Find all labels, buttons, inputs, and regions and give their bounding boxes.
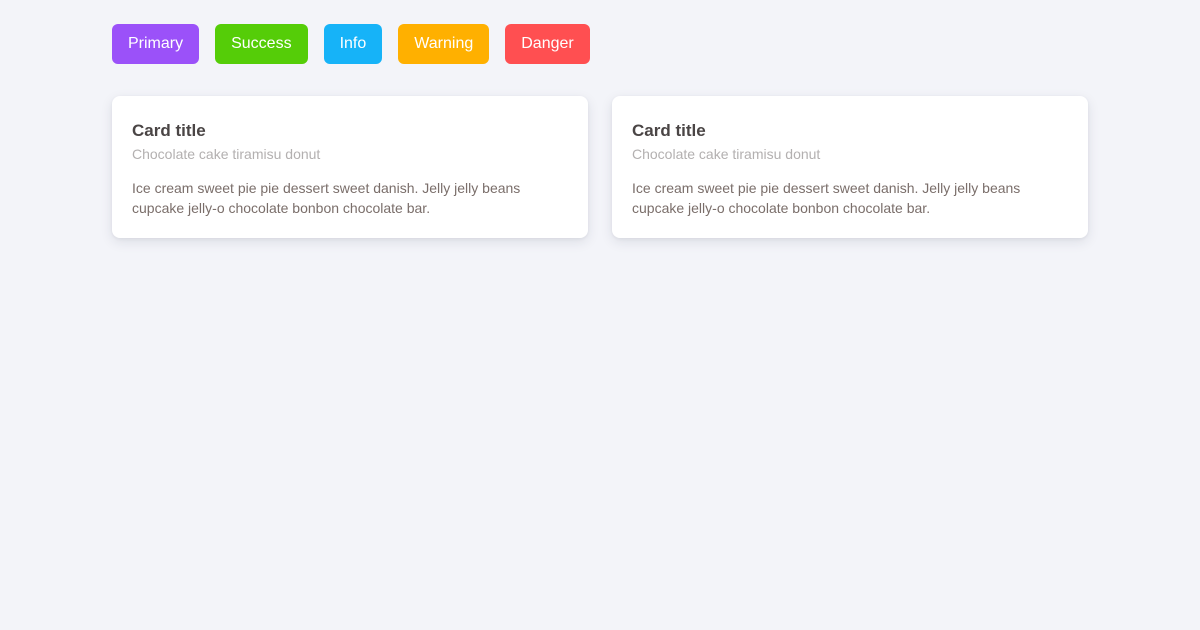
info-button[interactable]: Info	[323, 24, 383, 64]
card: Card title Chocolate cake tiramisu donut…	[112, 96, 588, 238]
card-text: Ice cream sweet pie pie dessert sweet da…	[632, 180, 1021, 216]
danger-button[interactable]: Danger	[505, 24, 590, 64]
card-title: Card title	[632, 121, 706, 140]
card-subtitle: Chocolate cake tiramisu donut	[632, 146, 821, 162]
card-subtitle: Chocolate cake tiramisu donut	[132, 146, 321, 162]
warning-button[interactable]: Warning	[398, 24, 490, 64]
card-grid: Card title Chocolate cake tiramisu donut…	[112, 96, 1088, 238]
card-text: Ice cream sweet pie pie dessert sweet da…	[132, 180, 521, 216]
button-row: Primary Success Info Warning Danger	[112, 24, 590, 64]
card: Card title Chocolate cake tiramisu donut…	[612, 96, 1088, 238]
primary-button[interactable]: Primary	[112, 24, 200, 64]
success-button[interactable]: Success	[215, 24, 308, 64]
card-title: Card title	[132, 121, 206, 140]
